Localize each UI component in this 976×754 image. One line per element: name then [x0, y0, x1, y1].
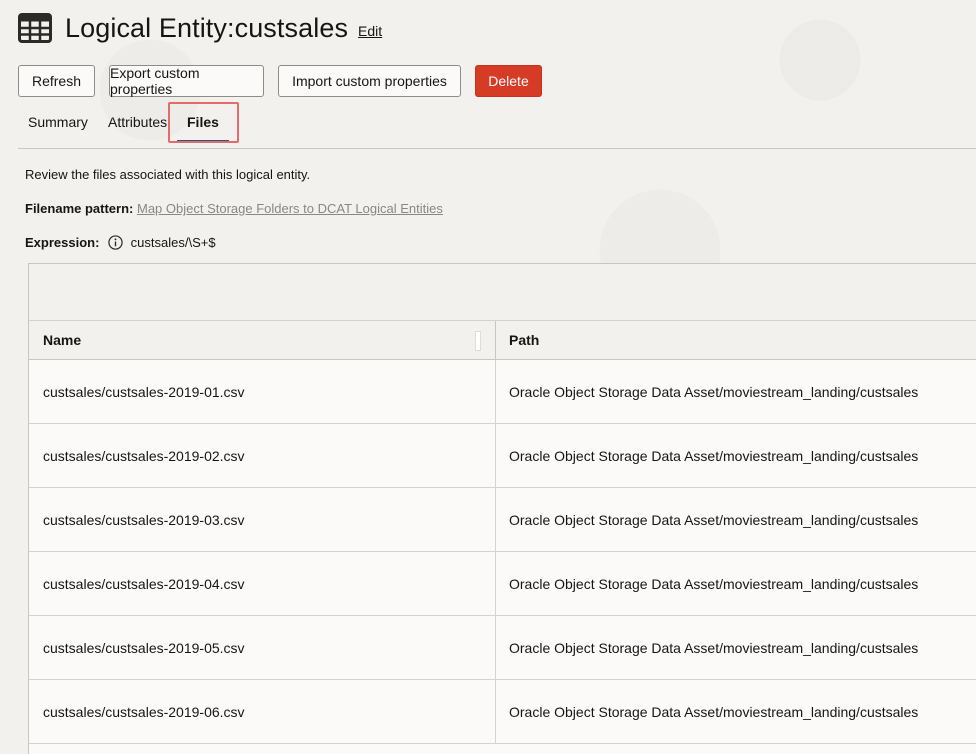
cell-name: custsales/custsales-2019-04.csv	[43, 575, 245, 592]
table-icon	[18, 13, 52, 43]
cell-name: custsales/custsales-2019-01.csv	[43, 383, 245, 400]
column-resize-handle[interactable]	[475, 331, 481, 351]
column-divider	[495, 552, 496, 615]
expression-label: Expression:	[25, 235, 100, 250]
column-header-path[interactable]: Path	[509, 321, 539, 359]
table-row[interactable]: custsales/custsales-2019-04.csv Oracle Ob…	[29, 552, 976, 616]
column-divider	[495, 680, 496, 743]
table-row[interactable]: custsales/custsales-2019-06.csv Oracle Ob…	[29, 680, 976, 744]
tab-highlight-box	[168, 102, 239, 143]
edit-link[interactable]: Edit	[358, 23, 382, 39]
table-header: Name Path	[29, 321, 976, 360]
column-header-name[interactable]: Name	[43, 321, 81, 359]
tab-bar: Summary Attributes Files	[18, 102, 976, 149]
table-row[interactable]: custsales/custsales-2019-02.csv Oracle Ob…	[29, 424, 976, 488]
column-divider	[495, 488, 496, 551]
cell-path: Oracle Object Storage Data Asset/moviest…	[509, 639, 919, 656]
cell-path: Oracle Object Storage Data Asset/moviest…	[509, 383, 919, 400]
table-row[interactable]: custsales/custsales-2019-01.csv Oracle Ob…	[29, 360, 976, 424]
page-header: Logical Entity:custsales Edit	[18, 12, 382, 44]
cell-name: custsales/custsales-2019-02.csv	[43, 447, 245, 464]
action-toolbar: Refresh Export custom properties Import …	[18, 65, 542, 97]
export-custom-properties-button[interactable]: Export custom properties	[109, 65, 264, 97]
cell-name: custsales/custsales-2019-06.csv	[43, 703, 245, 720]
column-divider	[495, 321, 496, 359]
column-divider	[495, 424, 496, 487]
table-row[interactable]: custsales/custsales-2019-03.csv Oracle Ob…	[29, 488, 976, 552]
tab-summary[interactable]: Summary	[28, 102, 88, 142]
cell-name: custsales/custsales-2019-03.csv	[43, 511, 245, 528]
delete-button[interactable]: Delete	[475, 65, 542, 97]
files-table: Name Path custsales/custsales-2019-01.cs…	[28, 263, 976, 754]
refresh-button[interactable]: Refresh	[18, 65, 95, 97]
expression-value: custsales/\S+$	[130, 235, 216, 250]
cell-name: custsales/custsales-2019-05.csv	[43, 639, 245, 656]
column-divider	[495, 616, 496, 679]
cell-path: Oracle Object Storage Data Asset/moviest…	[509, 447, 919, 464]
tab-attributes[interactable]: Attributes	[108, 102, 167, 142]
filename-pattern-label: Filename pattern:	[25, 201, 134, 216]
cell-path: Oracle Object Storage Data Asset/moviest…	[509, 703, 919, 720]
cell-path: Oracle Object Storage Data Asset/moviest…	[509, 511, 919, 528]
expression-row: Expression: custsales/\S+$	[25, 235, 216, 250]
filename-pattern-row: Filename pattern: Map Object Storage Fol…	[25, 201, 443, 216]
column-divider	[495, 360, 496, 423]
info-icon[interactable]	[108, 235, 123, 250]
table-toolbar	[29, 264, 976, 321]
import-custom-properties-button[interactable]: Import custom properties	[278, 65, 461, 97]
filename-pattern-link[interactable]: Map Object Storage Folders to DCAT Logic…	[137, 201, 443, 216]
table-body: custsales/custsales-2019-01.csv Oracle Ob…	[29, 360, 976, 744]
table-row[interactable]: custsales/custsales-2019-05.csv Oracle Ob…	[29, 616, 976, 680]
files-description: Review the files associated with this lo…	[25, 167, 311, 182]
page-title: Logical Entity:custsales	[65, 12, 349, 43]
cell-path: Oracle Object Storage Data Asset/moviest…	[509, 575, 919, 592]
